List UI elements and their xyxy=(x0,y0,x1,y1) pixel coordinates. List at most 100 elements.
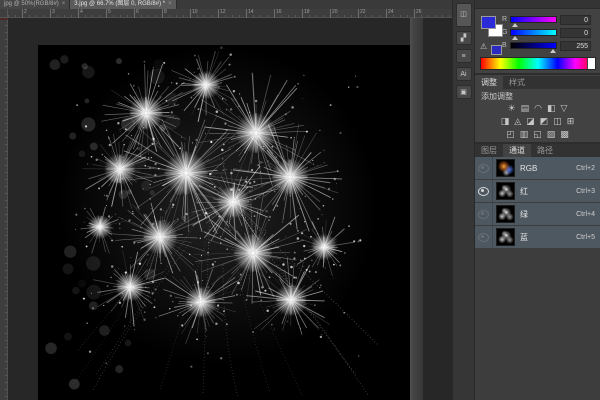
panel-group-icon[interactable]: ◫ xyxy=(455,3,472,27)
ruler-label: 24 xyxy=(386,9,394,18)
ruler-label: 12 xyxy=(218,9,226,18)
color-panel-tab-strip xyxy=(475,0,600,9)
color-slider-row: B 255 xyxy=(502,40,591,53)
channel-shortcut: Ctrl+5 xyxy=(576,233,595,241)
slider-label-b: B xyxy=(502,42,507,49)
slider-value-b[interactable]: 255 xyxy=(560,40,591,51)
vibrance-icon[interactable]: ▽ xyxy=(561,104,568,113)
curves-icon[interactable]: ◠ xyxy=(534,104,542,113)
tab-样式[interactable]: 样式 xyxy=(503,76,531,89)
document-tab[interactable]: jpg @ 50%(RGB/8#) × xyxy=(0,0,71,9)
fireworks-image xyxy=(45,45,379,398)
exposure-icon[interactable]: ◧ xyxy=(547,104,556,113)
levels-icon[interactable]: ▤ xyxy=(521,104,530,113)
slider-value-r[interactable]: 0 xyxy=(560,14,591,25)
channel-row-蓝[interactable]: 蓝 Ctrl+5 xyxy=(475,226,600,248)
slider-track-g[interactable] xyxy=(510,29,557,40)
ruler-label: 2 xyxy=(22,9,27,18)
document-tab-label: jpg @ 50%(RGB/8#) xyxy=(4,1,59,7)
channel-shortcut: Ctrl+2 xyxy=(576,164,595,172)
eye-icon xyxy=(478,232,489,242)
black-white-icon[interactable]: ◪ xyxy=(526,117,535,126)
brightness-contrast-icon[interactable]: ☀ xyxy=(508,104,516,113)
channel-list: RGB Ctrl+2 红 Ctrl+3 绿 Ctrl+4 蓝 Ctrl+5 xyxy=(475,157,600,249)
invert-icon[interactable]: ◰ xyxy=(506,130,515,139)
slider-track-b[interactable] xyxy=(510,42,557,53)
ruler-label: 26 xyxy=(414,9,422,18)
close-tab-icon[interactable]: × xyxy=(62,0,66,9)
right-panel-dock: R 0 G 0 B 255 ⚠ 调整 样式 添加调整 ☀ ▤ ◠ ◧ ▽ ◨ ◬ ◪ ◩ ◫ ⊞ ◰ ▥ ◱ ▨ ▩ 图层… xyxy=(474,0,600,400)
ruler-label: 22 xyxy=(358,9,366,18)
spectrum-white-swatch[interactable] xyxy=(587,58,595,69)
channel-thumbnail[interactable] xyxy=(496,159,515,177)
properties-panel-icon[interactable]: ≡ xyxy=(455,49,472,63)
adjustment-icons: ☀ ▤ ◠ ◧ ▽ ◨ ◬ ◪ ◩ ◫ ⊞ ◰ ▥ ◱ ▨ ▩ xyxy=(475,102,600,141)
vertical-scrollbar[interactable] xyxy=(410,18,423,400)
slider-value-g[interactable]: 0 xyxy=(560,27,591,38)
ruler-label: 10 xyxy=(190,9,198,18)
channel-thumbnail[interactable] xyxy=(496,228,515,246)
ruler-label: 8 xyxy=(162,9,167,18)
channels-panel: 图层 通道 路径 RGB Ctrl+2 红 Ctrl+3 绿 Ctrl+4 蓝 Ctrl+5 xyxy=(475,144,600,400)
horizontal-ruler[interactable]: 2 3 4 5 6 8 10 12 14 16 18 20 22 24 26 xyxy=(8,9,452,18)
visibility-toggle[interactable] xyxy=(475,180,493,202)
panel-divider xyxy=(475,73,600,75)
channel-row-绿[interactable]: 绿 Ctrl+4 xyxy=(475,203,600,225)
channel-name: 绿 xyxy=(520,209,528,219)
notes-panel-icon[interactable]: ▣ xyxy=(455,85,472,99)
channel-name: RGB xyxy=(520,163,538,173)
document-tab-label: 3.jpg @ 66.7% (图层 0, RGB/8#) * xyxy=(74,1,166,7)
visibility-toggle[interactable] xyxy=(475,157,493,179)
ruler-label: 14 xyxy=(246,9,254,18)
channel-row-RGB[interactable]: RGB Ctrl+2 xyxy=(475,157,600,179)
slider-label-r: R xyxy=(502,16,508,23)
channel-thumbnail[interactable] xyxy=(496,205,515,223)
channel-shortcut: Ctrl+4 xyxy=(576,210,595,218)
channel-thumbnail[interactable] xyxy=(496,182,515,200)
collapsed-panel-dock: ◫ ▞ ≡ Ai ▣ xyxy=(452,0,474,400)
color-slider-row: G0 xyxy=(502,27,591,40)
channel-shortcut: Ctrl+3 xyxy=(576,187,595,195)
ruler-label: 4 xyxy=(78,9,83,18)
slider-label-g: G xyxy=(502,29,508,36)
color-spectrum-ramp[interactable] xyxy=(480,57,596,70)
channel-row-红[interactable]: 红 Ctrl+3 xyxy=(475,180,600,202)
document-canvas-fireworks-photo[interactable] xyxy=(38,45,410,400)
posterize-icon[interactable]: ▥ xyxy=(520,130,529,139)
photoshop-window: jpg @ 50%(RGB/8#) × 3.jpg @ 66.7% (图层 0, R… xyxy=(0,0,600,400)
gamut-warning-icon[interactable]: ⚠ xyxy=(480,42,487,51)
brush-panel-icon[interactable]: ▞ xyxy=(455,31,472,45)
tab-图层[interactable]: 图层 xyxy=(475,144,503,157)
tab-调整[interactable]: 调整 xyxy=(475,76,503,89)
channel-name: 红 xyxy=(520,186,528,196)
channel-name: 蓝 xyxy=(520,232,528,242)
visibility-toggle[interactable] xyxy=(475,203,493,225)
close-tab-icon[interactable]: × xyxy=(168,0,172,9)
foreground-color-swatch[interactable] xyxy=(481,16,496,29)
eye-icon xyxy=(478,163,489,173)
gradient-map-icon[interactable]: ▨ xyxy=(547,130,556,139)
threshold-icon[interactable]: ◱ xyxy=(533,130,542,139)
channels-panel-tabs: 图层 通道 路径 xyxy=(475,144,600,157)
color-lookup-icon[interactable]: ⊞ xyxy=(567,117,575,126)
photo-filter-icon[interactable]: ◩ xyxy=(540,117,549,126)
ruler-label: 18 xyxy=(302,9,310,18)
visibility-toggle[interactable] xyxy=(475,226,493,248)
gamut-color-swatch[interactable] xyxy=(491,45,502,55)
color-slider-row: R0 xyxy=(502,14,591,27)
color-balance-icon[interactable]: ◬ xyxy=(514,117,521,126)
selective-color-icon[interactable]: ▩ xyxy=(560,130,569,139)
eye-icon xyxy=(478,209,489,219)
hue-saturation-icon[interactable]: ◨ xyxy=(501,117,510,126)
ai-panel-icon[interactable]: Ai xyxy=(455,67,472,81)
vertical-ruler[interactable] xyxy=(0,18,8,400)
tab-路径[interactable]: 路径 xyxy=(531,144,559,157)
adjustment-icon-row: ☀ ▤ ◠ ◧ ▽ xyxy=(475,102,600,115)
tab-通道[interactable]: 通道 xyxy=(503,144,531,157)
slider-track-r[interactable] xyxy=(510,16,557,27)
document-tab[interactable]: 3.jpg @ 66.7% (图层 0, RGB/8#) * × xyxy=(70,0,177,9)
channel-mixer-icon[interactable]: ◫ xyxy=(553,117,562,126)
ruler-label: 20 xyxy=(330,9,338,18)
eye-icon xyxy=(478,186,489,196)
ruler-label: 16 xyxy=(274,9,282,18)
